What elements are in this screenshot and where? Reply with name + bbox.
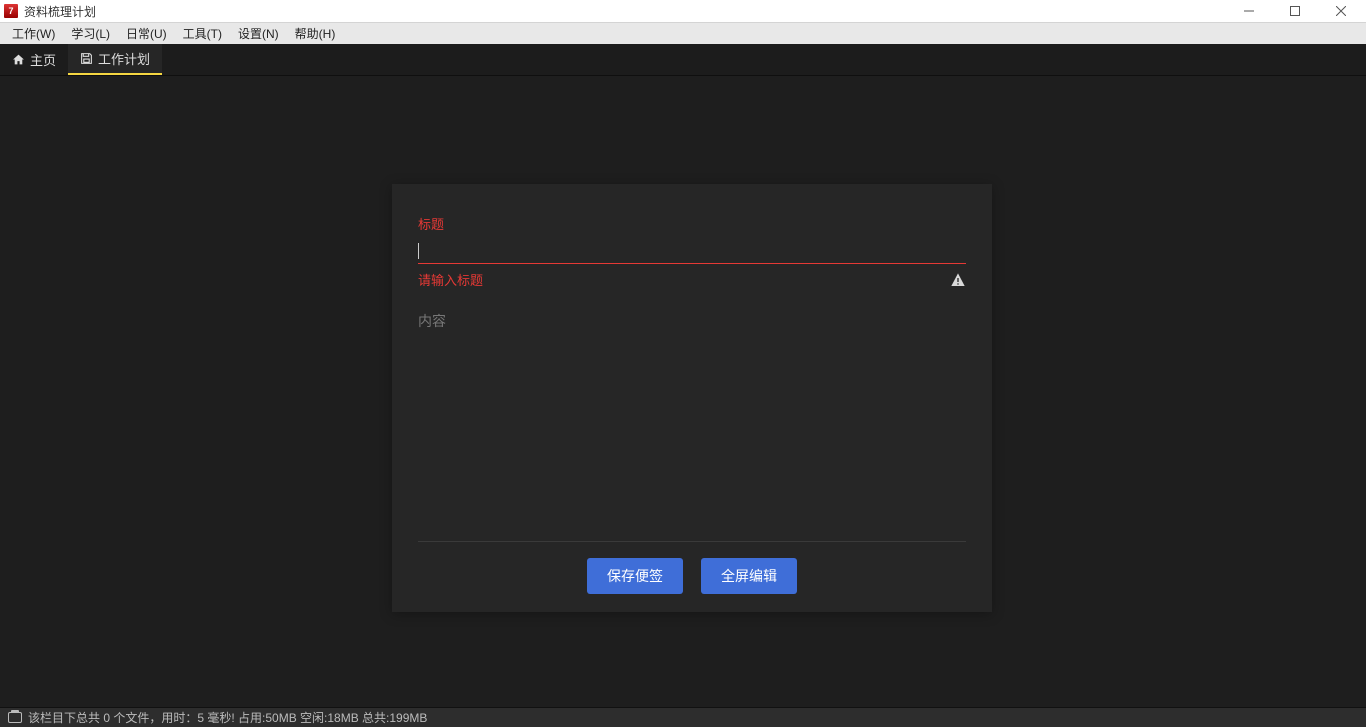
window-controls (1226, 0, 1364, 22)
minimize-icon (1244, 6, 1254, 16)
title-input-wrapper (418, 237, 966, 264)
tab-home[interactable]: 主页 (0, 44, 68, 75)
statusbar: 该栏目下总共 0 个文件，用时：5 毫秒! 占用:50MB 空闲:18MB 总共… (0, 707, 1366, 727)
menu-work[interactable]: 工作(W) (4, 23, 63, 44)
monitor-icon (8, 712, 22, 723)
status-text: 该栏目下总共 0 个文件，用时：5 毫秒! 占用:50MB 空闲:18MB 总共… (28, 709, 427, 726)
save-icon (80, 52, 93, 65)
menu-daily[interactable]: 日常(U) (118, 23, 175, 44)
close-button[interactable] (1318, 0, 1364, 22)
title-label: 标题 (418, 214, 966, 233)
menubar: 工作(W) 学习(L) 日常(U) 工具(T) 设置(N) 帮助(H) (0, 22, 1366, 44)
app-icon (4, 4, 18, 18)
titlebar: 资料梳理计划 (0, 0, 1366, 22)
menu-help[interactable]: 帮助(H) (287, 23, 344, 44)
minimize-button[interactable] (1226, 0, 1272, 22)
window-title: 资料梳理计划 (24, 3, 96, 20)
fullscreen-edit-button[interactable]: 全屏编辑 (701, 558, 797, 594)
title-input[interactable] (418, 237, 966, 264)
titlebar-left: 资料梳理计划 (4, 3, 96, 20)
tab-workplan[interactable]: 工作计划 (68, 44, 162, 75)
note-form-panel: 标题 请输入标题 内容 保存便签 全屏编辑 (392, 184, 992, 612)
title-error-row: 请输入标题 (418, 270, 966, 289)
tab-home-label: 主页 (30, 50, 56, 69)
maximize-button[interactable] (1272, 0, 1318, 22)
save-note-button[interactable]: 保存便签 (587, 558, 683, 594)
close-icon (1336, 6, 1346, 16)
title-error-text: 请输入标题 (418, 270, 483, 289)
warning-icon (950, 272, 966, 288)
content-field-wrapper: 内容 (418, 307, 966, 542)
menu-settings[interactable]: 设置(N) (230, 23, 287, 44)
content-label: 内容 (418, 307, 966, 331)
home-icon (12, 53, 25, 66)
text-caret (418, 243, 419, 259)
tab-workplan-label: 工作计划 (98, 49, 150, 68)
button-row: 保存便签 全屏编辑 (418, 558, 966, 594)
menu-tool[interactable]: 工具(T) (175, 23, 230, 44)
maximize-icon (1290, 6, 1300, 16)
tabbar: 主页 工作计划 (0, 44, 1366, 76)
content-area: 标题 请输入标题 内容 保存便签 全屏编辑 (0, 76, 1366, 707)
menu-study[interactable]: 学习(L) (63, 23, 118, 44)
